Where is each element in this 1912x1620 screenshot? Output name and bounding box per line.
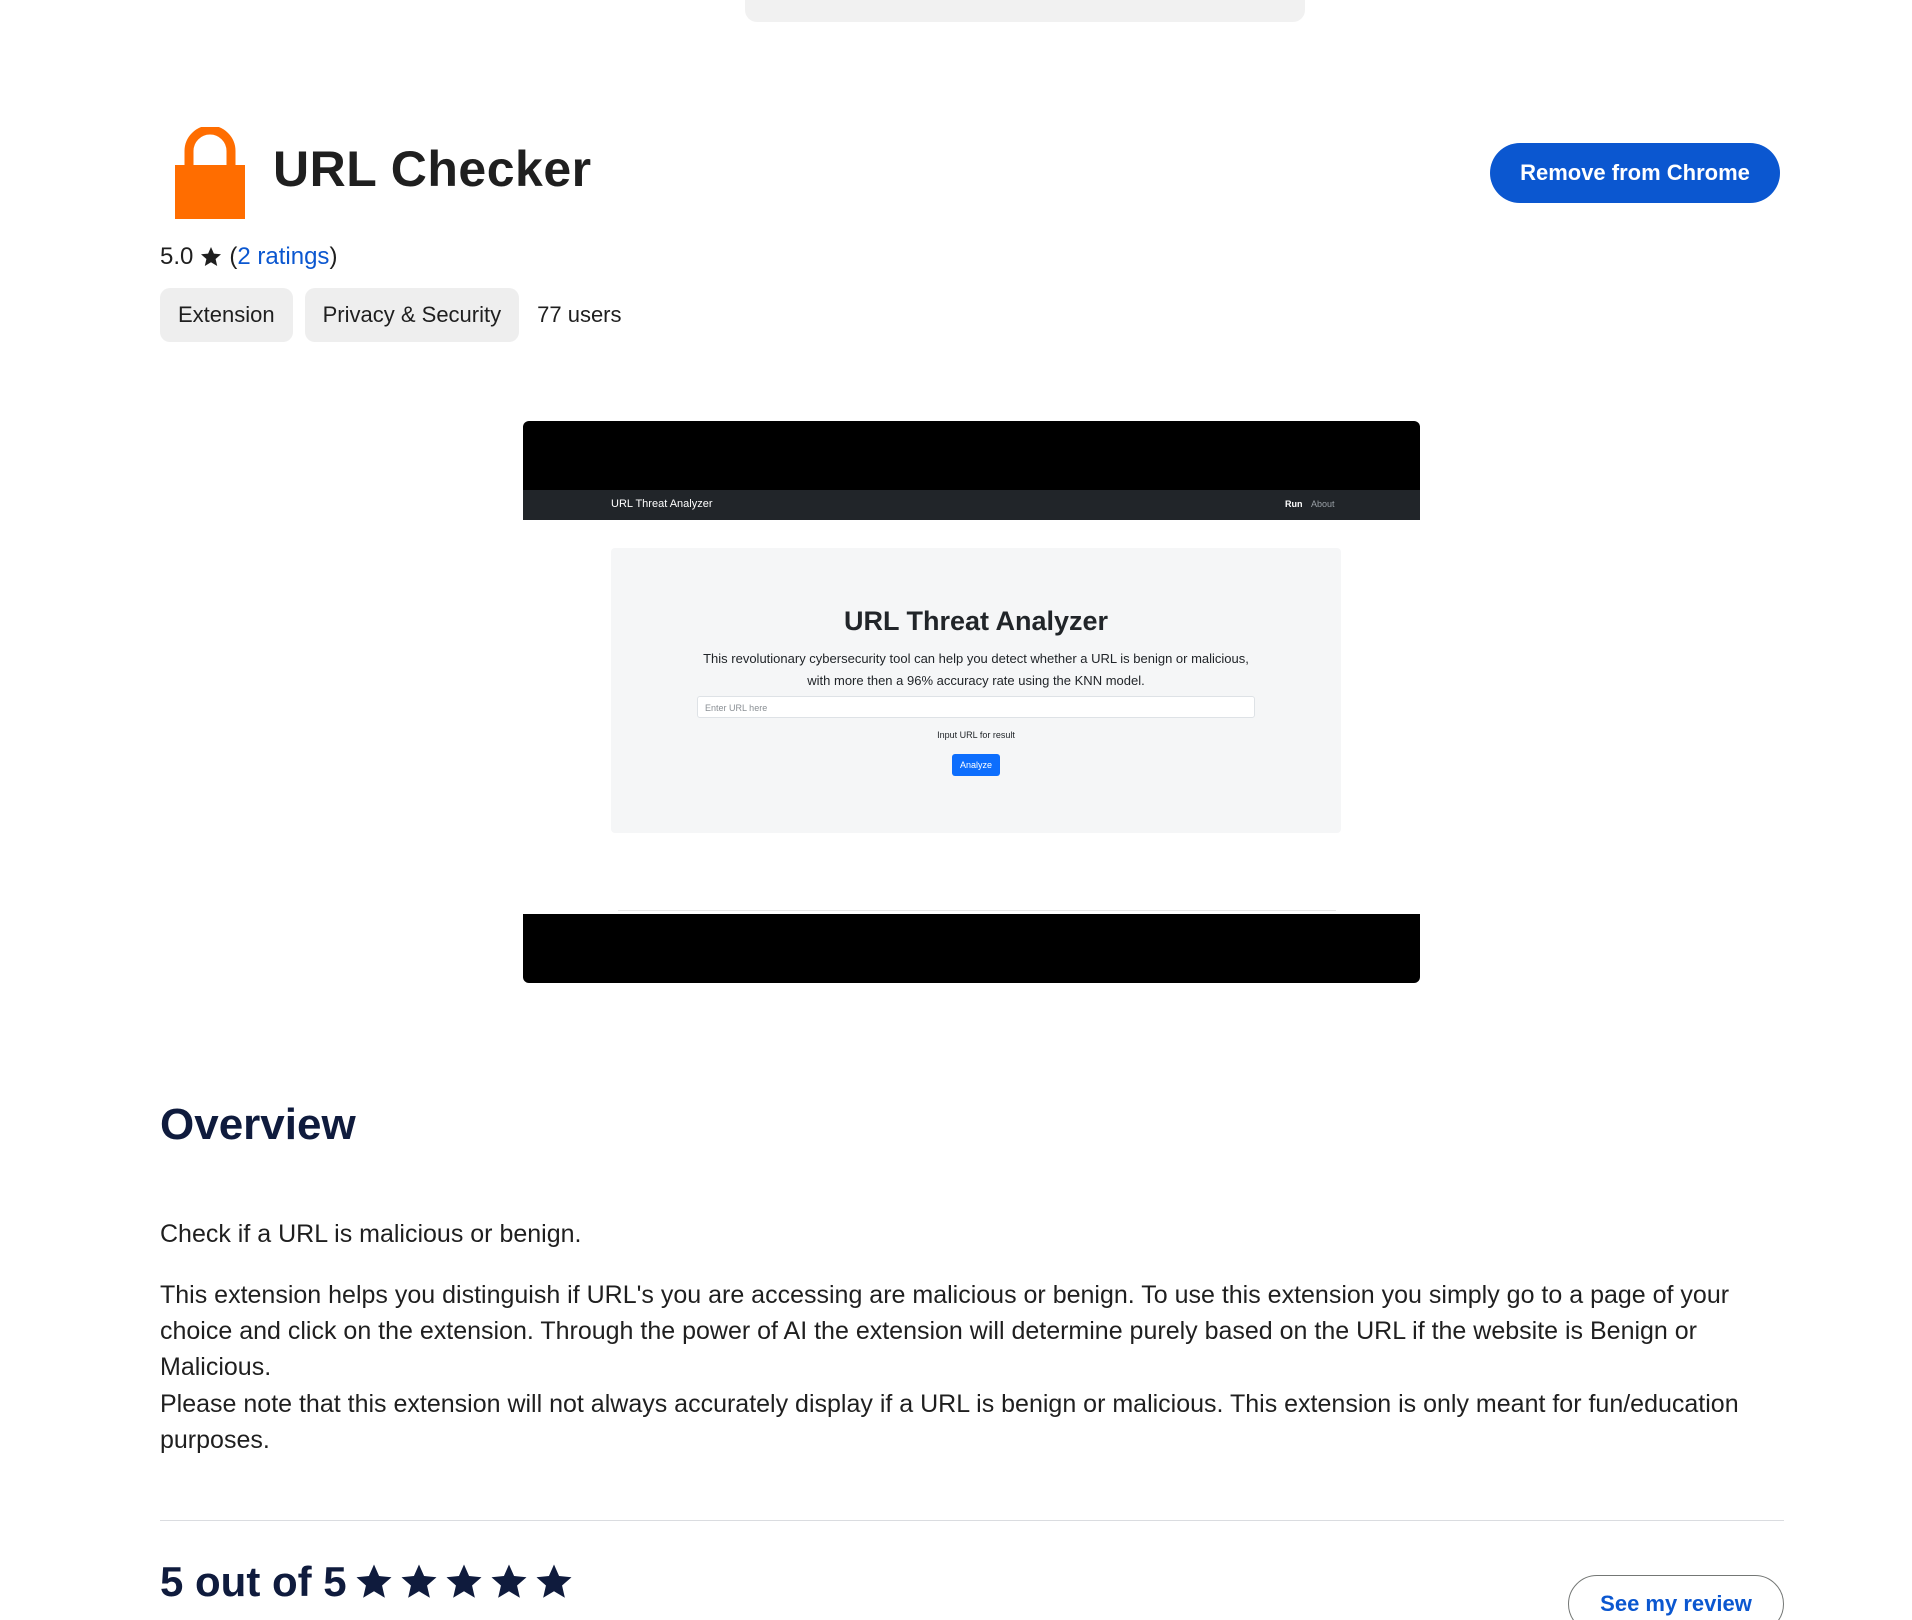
ratings-link[interactable]: 2 ratings (237, 243, 329, 271)
screenshot-divider (618, 910, 1336, 911)
screenshot-nav-run: Run (1285, 499, 1303, 509)
close-paren: ) (329, 243, 338, 270)
lock-icon (175, 127, 245, 219)
review-score-label: 5 out of 5 (160, 1558, 347, 1605)
screenshot-description-line1: This revolutionary cybersecurity tool ca… (703, 651, 1249, 666)
overview-heading: Overview (160, 1100, 356, 1149)
search-bar[interactable] (745, 0, 1305, 22)
star-icon (356, 1564, 392, 1598)
extension-title: URL Checker (273, 141, 592, 197)
see-my-review-button[interactable]: See my review (1568, 1575, 1784, 1620)
screenshot-url-input: Enter URL here (697, 696, 1255, 718)
rating-summary: 5.0 (2 ratings) (160, 241, 337, 273)
star-icon (491, 1564, 527, 1598)
screenshot-carousel-image[interactable]: URL Threat Analyzer Run About URL Threat… (523, 421, 1420, 983)
rating-score: 5.0 (160, 243, 194, 270)
category-chips: Extension Privacy & Security 77 users (160, 288, 622, 342)
section-divider (160, 1520, 1784, 1521)
screenshot-card: URL Threat Analyzer This revolutionary c… (611, 548, 1341, 833)
review-score: 5 out of 5 (160, 1558, 578, 1606)
star-icon (201, 247, 222, 266)
screenshot-nav-about: About (1311, 499, 1335, 509)
remove-from-chrome-button[interactable]: Remove from Chrome (1490, 143, 1780, 203)
screenshot-heading: URL Threat Analyzer (843, 606, 1109, 636)
screenshot-description: This revolutionary cybersecurity tool ca… (666, 648, 1286, 692)
screenshot-navbar: URL Threat Analyzer Run About (523, 490, 1420, 520)
chip-extension[interactable]: Extension (160, 288, 293, 342)
chip-privacy-security[interactable]: Privacy & Security (304, 288, 520, 342)
screenshot-description-line2: with more then a 96% accuracy rate using… (807, 673, 1145, 688)
extension-detail-page: URL Checker Remove from Chrome 5.0 (2 ra… (0, 0, 1912, 1620)
screenshot-nav-title: URL Threat Analyzer (611, 498, 713, 510)
star-icon (401, 1564, 437, 1598)
screenshot-analyze-button: Analyze (952, 754, 1000, 776)
screenshot-hint: Input URL for result (937, 730, 1015, 740)
overview-paragraph-2: Please note that this extension will not… (160, 1390, 1739, 1454)
overview-paragraph-1: This extension helps you distinguish if … (160, 1281, 1730, 1381)
star-icon (536, 1564, 572, 1598)
screenshot-body: URL Threat Analyzer This revolutionary c… (523, 520, 1420, 914)
user-count: 77 users (537, 302, 622, 327)
open-paren: ( (229, 243, 238, 270)
star-icon (446, 1564, 482, 1598)
extension-header: URL Checker Remove from Chrome (160, 125, 1780, 225)
overview-summary: Check if a URL is malicious or benign. (160, 1220, 582, 1248)
